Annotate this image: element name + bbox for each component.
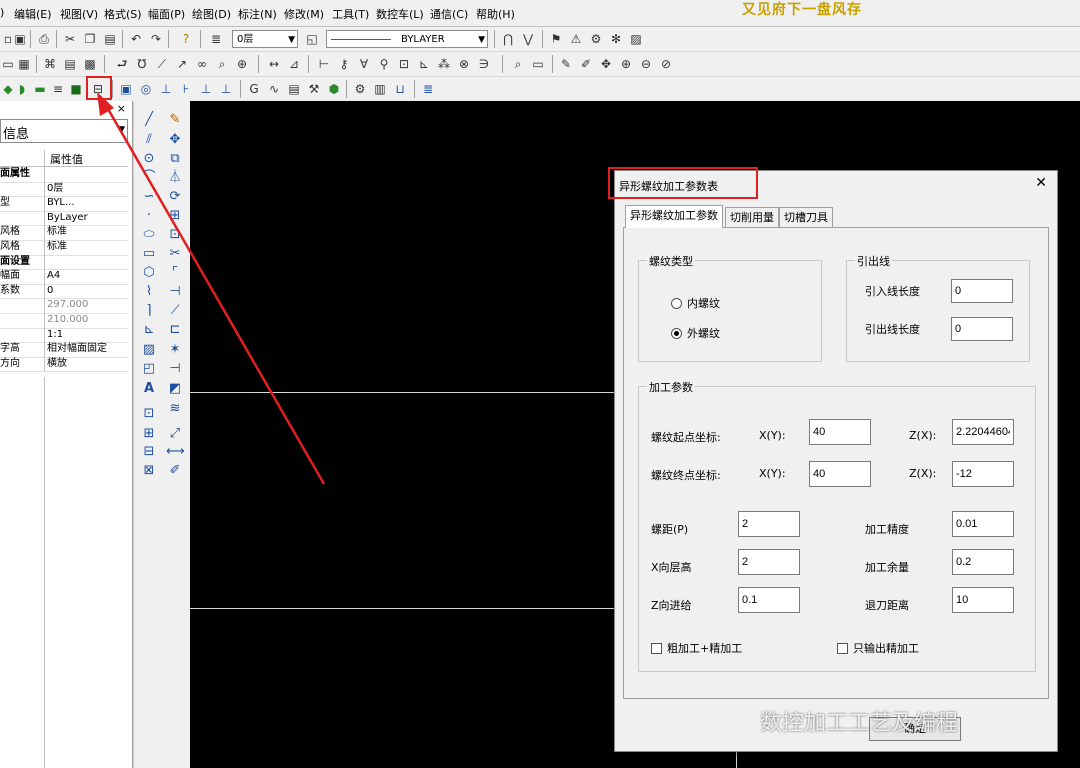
tab-thread-params[interactable]: 异形螺纹加工参数 xyxy=(625,205,723,228)
annotation-arrowhead xyxy=(97,92,114,116)
annotation-arrow xyxy=(97,92,326,485)
annotation-arrow-line xyxy=(102,101,326,485)
watermark-text: 数控加工工艺及编程 xyxy=(760,711,959,736)
